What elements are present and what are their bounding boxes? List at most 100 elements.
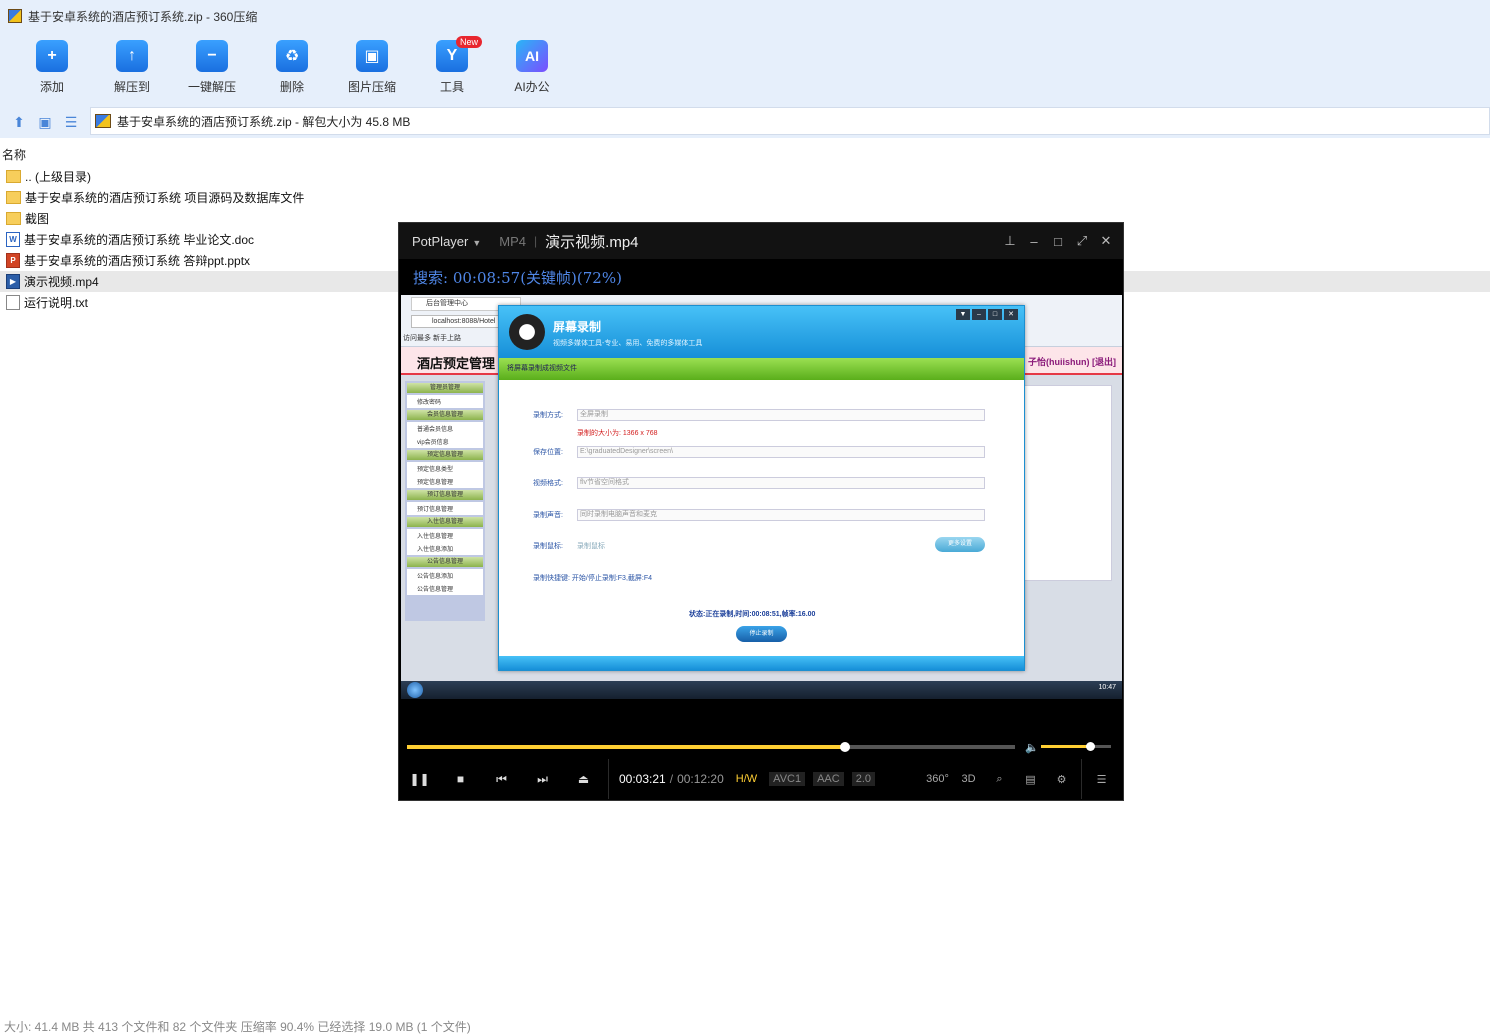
file-name: 运行说明.txt [24, 296, 89, 310]
video-sidebar-item: 公告信息管理 [407, 582, 483, 595]
maximize-icon[interactable]: □ [1051, 234, 1065, 249]
stop-icon[interactable]: ■ [440, 759, 481, 799]
up-level-icon[interactable]: ⬆ [6, 109, 32, 135]
minimize-icon[interactable]: – [1027, 234, 1041, 249]
brand-label: PotPlayer [412, 233, 469, 249]
image-compress-button[interactable]: ▣ 图片压缩 [332, 32, 412, 106]
video-sidebar-item: 公告信息添加 [407, 569, 483, 582]
previous-icon[interactable]: ⏮ [481, 759, 522, 799]
hw-decoding-badge[interactable]: H/W [732, 772, 761, 786]
hotkey-text: 录制快捷键: 开始/停止录制:F3,截屏:F4 [533, 575, 653, 582]
video-site-title: 酒店预定管理 [417, 357, 496, 372]
player-title-bar: PotPlayer ▼ MP4 | 演示视频.mp4 ⊥ – □ ⤢ ✕ [399, 223, 1123, 259]
menu-icon[interactable]: ☰ [1086, 759, 1117, 799]
controls-divider [608, 759, 609, 799]
video-codec-badge[interactable]: AVC1 [769, 772, 806, 786]
recorder-close-icon: ✕ [1004, 309, 1018, 320]
cursor-label: 录制鼠标: [533, 543, 563, 550]
word-doc-icon: W [6, 232, 20, 247]
column-header-name[interactable]: 名称 [0, 144, 1490, 166]
video-taskbar: 10:47 [401, 681, 1122, 699]
pin-icon[interactable]: ⊥ [1003, 233, 1017, 249]
one-click-extract-button[interactable]: − 一键解压 [172, 32, 252, 106]
video-sidebar-item: 预订信息管理 [407, 502, 483, 515]
delete-button[interactable]: ♻ 删除 [252, 32, 332, 106]
seek-progress [407, 745, 845, 749]
status-bar: 大小: 41.4 MB 共 413 个文件和 82 个文件夹 压缩率 90.4%… [0, 1018, 1490, 1036]
tools-label: 工具 [439, 80, 464, 94]
add-button[interactable]: + 添加 [12, 32, 92, 106]
fullscreen-icon[interactable]: ⤢ [1075, 233, 1089, 249]
extract-to-button[interactable]: ↑ 解压到 [92, 32, 172, 106]
file-name: .. (上级目录) [25, 170, 91, 184]
audio-codec-badge[interactable]: AAC [813, 772, 844, 786]
list-item[interactable]: 基于安卓系统的酒店预订系统 项目源码及数据库文件 [0, 187, 1490, 208]
list-item[interactable]: .. (上级目录) [0, 166, 1490, 187]
recording-status: 状态:正在录制,时间:00:08:51,帧率:16.00 [689, 611, 816, 618]
pause-icon[interactable]: ❚❚ [399, 759, 440, 799]
path-label: 保存位置: [533, 449, 563, 456]
folder-icon [6, 212, 21, 225]
potplayer-menu-button[interactable]: PotPlayer ▼ [412, 234, 481, 249]
video-recorder-dialog: 屏幕录制 视频多媒体工具-专业、易用、免费的多媒体工具 ▼ – □ ✕ 将屏幕录… [498, 305, 1025, 671]
ai-office-button[interactable]: AI AI办公 [492, 32, 572, 106]
audio-field: 同时录制电脑声音和麦克 [577, 509, 985, 521]
recorder-green-bar: 将屏幕录制成视频文件 [499, 358, 1024, 380]
more-settings-button: 更多设置 [935, 537, 985, 552]
tools-button[interactable]: Y New 工具 [412, 32, 492, 106]
volume-slider[interactable] [1041, 742, 1111, 751]
video-sidebar-group: 管理员管理 [407, 383, 483, 393]
settings-gear-icon[interactable]: ⚙ [1046, 759, 1077, 799]
video-sidebar-item: 预定信息管理 [407, 475, 483, 488]
volume-icon[interactable]: 🔈 [1025, 741, 1039, 754]
video-sidebar-item: 修改密码 [407, 395, 483, 408]
seek-osd-message: 搜索: 00:08:57(关键帧)(72%) [413, 269, 622, 287]
new-badge: New [456, 36, 483, 48]
audio-label: 录制声音: [533, 512, 563, 519]
recorder-minimize-icon: – [972, 309, 986, 320]
total-time[interactable]: 00:12:20 [677, 772, 724, 786]
seek-bar[interactable] [407, 742, 1015, 752]
path-text: 基于安卓系统的酒店预订系统.zip - 解包大小为 45.8 MB [117, 114, 411, 129]
zip-file-icon [95, 114, 111, 128]
file-name: 演示视频.mp4 [24, 275, 99, 289]
volume-handle[interactable] [1086, 742, 1095, 751]
playlist-search-icon[interactable]: ⌕ [984, 759, 1015, 799]
eject-icon[interactable]: ⏏ [563, 759, 604, 799]
vr-360-icon[interactable]: 360° [922, 759, 953, 799]
ai-office-label: AI办公 [514, 80, 550, 94]
windows-start-icon [407, 682, 423, 698]
time-separator: / [669, 772, 674, 786]
3d-mode-icon[interactable]: 3D [953, 759, 984, 799]
chevron-down-icon: ▼ [472, 237, 482, 248]
add-label: 添加 [39, 80, 64, 94]
folder-icon [6, 191, 21, 204]
audio-channels-badge[interactable]: 2.0 [851, 772, 876, 786]
video-frame[interactable]: 后台管理中心 localhost:8088/Hotel 访问最多 新手上路 酒店… [401, 295, 1122, 699]
video-sidebar-item: 普通会员信息 [407, 422, 483, 435]
file-name: 基于安卓系统的酒店预订系统 答辩ppt.pptx [24, 254, 251, 268]
thumbnail-view-icon[interactable]: ▣ [32, 109, 58, 135]
next-icon[interactable]: ⏭ [522, 759, 563, 799]
path-box[interactable]: 基于安卓系统的酒店预订系统.zip - 解包大小为 45.8 MB [90, 107, 1490, 135]
recorder-subtitle: 视频多媒体工具-专业、易用、免费的多媒体工具 [553, 340, 703, 347]
seek-handle[interactable] [839, 742, 850, 752]
format-field: flv节省空间格式 [577, 477, 985, 489]
toolbar: + 添加 ↑ 解压到 − 一键解压 ♻ 删除 ▣ 图片压缩 Y New 工具 A… [0, 32, 1490, 106]
list-view-icon[interactable]: ☰ [58, 109, 84, 135]
recorder-form: 录制方式: 全屏录制 录制的大小为: 1366 x 768 保存位置: E:\g… [499, 380, 1024, 650]
mode-field: 全屏录制 [577, 409, 985, 421]
video-sidebar-group: 公告信息管理 [407, 557, 483, 567]
close-icon[interactable]: ✕ [1099, 233, 1113, 249]
image-compress-icon: ▣ [356, 40, 388, 72]
size-note: 录制的大小为: 1366 x 768 [577, 430, 658, 437]
controls-divider [1081, 759, 1082, 799]
player-filename: 演示视频.mp4 [545, 233, 639, 251]
playback-controls: ❚❚ ■ ⏮ ⏭ ⏏ 00:03:21 / 00:12:20 H/W AVC1 … [399, 759, 1123, 799]
video-browser-url: localhost:8088/Hotel [411, 315, 503, 328]
video-sidebar-item: vip会员信息 [407, 435, 483, 448]
mode-label: 录制方式: [533, 412, 563, 419]
title-bar: 基于安卓系统的酒店预订系统.zip - 360压缩 [0, 0, 1490, 32]
video-content-panel [1018, 385, 1112, 581]
playlist-icon[interactable]: ▤ [1015, 759, 1046, 799]
